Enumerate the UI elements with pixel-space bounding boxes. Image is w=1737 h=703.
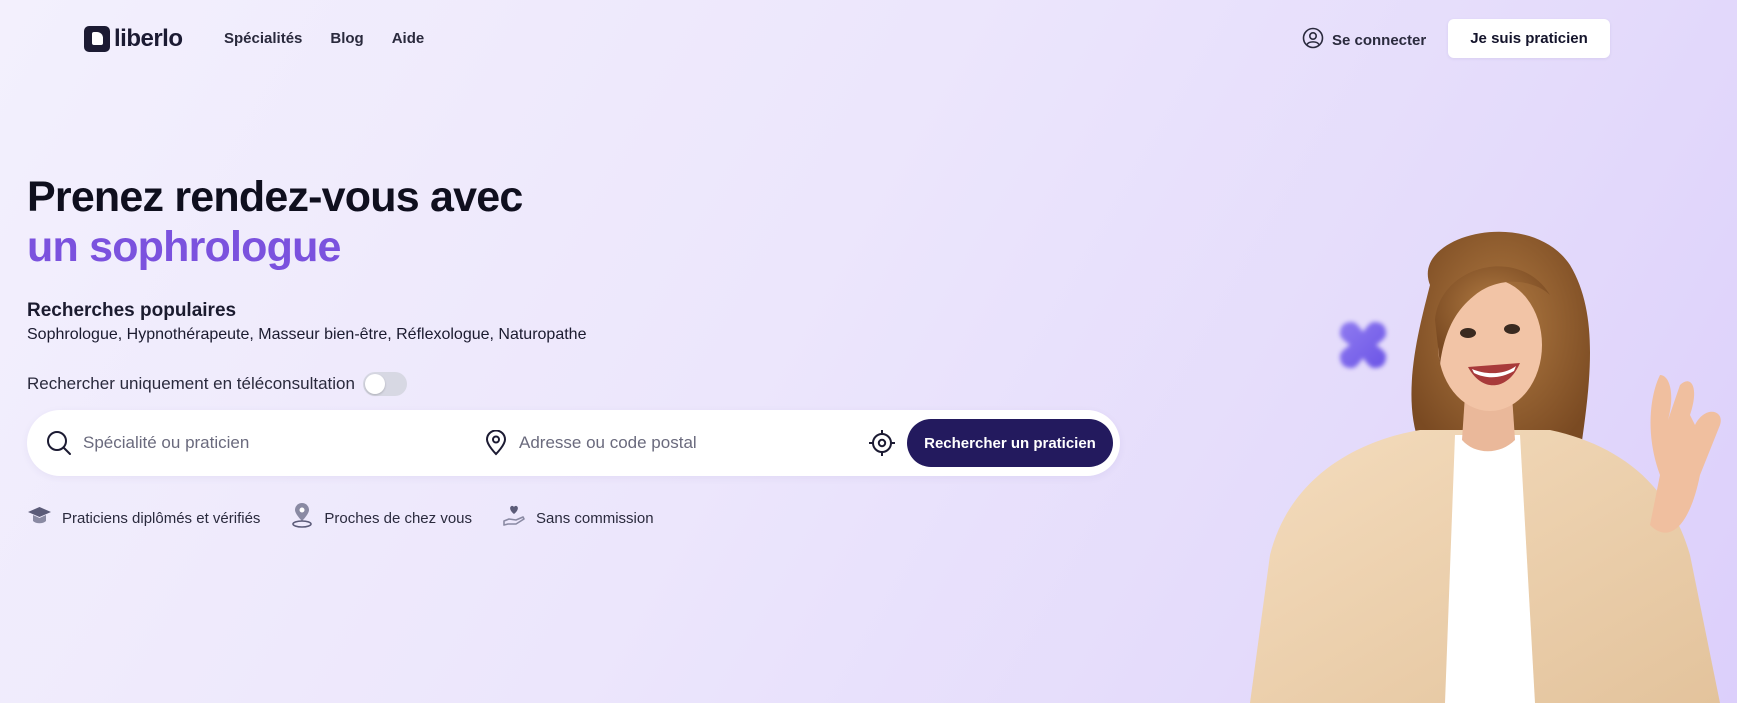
login-link[interactable]: Se connecter bbox=[1302, 27, 1426, 53]
feature-no-commission-label: Sans commission bbox=[536, 509, 654, 527]
search-button[interactable]: Rechercher un praticien bbox=[907, 419, 1113, 467]
feature-verified-label: Praticiens diplômés et vérifiés bbox=[62, 509, 261, 527]
feature-nearby-label: Proches de chez vous bbox=[324, 509, 473, 527]
graduation-cap-icon bbox=[27, 504, 52, 532]
teleconsultation-filter: Rechercher uniquement en téléconsultatio… bbox=[27, 372, 407, 396]
hero-title-line1: Prenez rendez-vous avec bbox=[27, 173, 523, 221]
search-icon bbox=[46, 430, 72, 461]
feature-nearby: Proches de chez vous bbox=[290, 503, 472, 533]
logo-text: liberlo bbox=[114, 25, 183, 52]
map-pin-icon bbox=[290, 503, 314, 533]
login-label: Se connecter bbox=[1332, 31, 1427, 49]
feature-verified: Praticiens diplômés et vérifiés bbox=[27, 504, 260, 532]
features-list: Praticiens diplômés et vérifiés Proches … bbox=[27, 503, 654, 533]
address-input[interactable] bbox=[519, 428, 869, 458]
specialty-input[interactable] bbox=[83, 428, 463, 458]
search-bar: Rechercher un praticien bbox=[27, 410, 1120, 476]
feature-no-commission: Sans commission bbox=[502, 503, 654, 533]
main-nav: Spécialités Blog Aide bbox=[224, 30, 424, 47]
popular-searches-title: Recherches populaires bbox=[27, 300, 237, 321]
practitioner-button[interactable]: Je suis praticien bbox=[1448, 19, 1610, 58]
nav-blog[interactable]: Blog bbox=[330, 30, 363, 47]
site-header: liberlo Spécialités Blog Aide Se connect… bbox=[0, 0, 1737, 78]
teleconsultation-toggle[interactable] bbox=[362, 372, 407, 396]
nav-specialites[interactable]: Spécialités bbox=[224, 30, 302, 47]
teleconsultation-label: Rechercher uniquement en téléconsultatio… bbox=[27, 374, 355, 393]
popular-searches-list[interactable]: Sophrologue, Hypnothérapeute, Masseur bi… bbox=[27, 326, 586, 344]
nav-aide[interactable]: Aide bbox=[392, 30, 425, 47]
woman-photo bbox=[1250, 231, 1721, 703]
geolocate-icon[interactable] bbox=[868, 429, 896, 462]
user-circle-icon bbox=[1302, 27, 1324, 53]
logo-icon bbox=[84, 26, 110, 52]
logo[interactable]: liberlo bbox=[84, 25, 183, 53]
hero-title-accent: un sophrologue bbox=[27, 223, 341, 271]
location-pin-icon bbox=[484, 429, 508, 461]
hand-heart-icon bbox=[502, 503, 526, 533]
hero-title: Prenez rendez-vous avec un sophrologue bbox=[27, 172, 523, 272]
